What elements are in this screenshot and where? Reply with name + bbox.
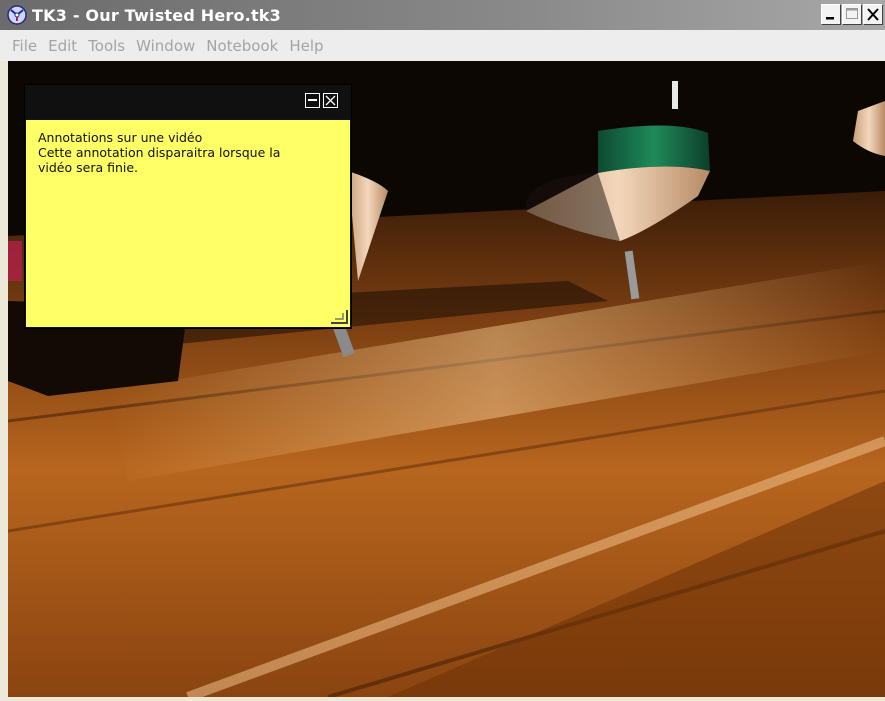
annotation-line: vidéo sera finie. [38,160,139,175]
menu-tools[interactable]: Tools [88,37,125,55]
minimize-button[interactable] [821,4,841,25]
title-bar[interactable]: TK3 - Our Twisted Hero.tk3 [0,0,885,30]
app-window: TK3 - Our Twisted Hero.tk3 File Edit Too… [0,0,885,701]
close-icon [325,95,336,106]
annotation-note[interactable]: Annotations sur une vidéo Cette annotati… [24,84,352,329]
menu-help[interactable]: Help [289,37,323,55]
window-controls [821,4,883,25]
annotation-close-button[interactable] [323,93,338,108]
menu-window[interactable]: Window [136,37,195,55]
menu-bar: File Edit Tools Window Notebook Help [0,30,885,61]
tk3-app-icon[interactable] [6,4,28,26]
annotation-line: Cette annotation disparaitra lorsque la [38,145,281,160]
annotation-line: Annotations sur une vidéo [38,130,203,145]
annotation-header[interactable] [25,85,351,119]
menu-notebook[interactable]: Notebook [206,37,278,55]
close-button[interactable] [863,4,883,25]
maximize-icon [846,8,858,19]
annotation-collapse-button[interactable] [305,93,320,108]
annotation-text-area[interactable]: Annotations sur une vidéo Cette annotati… [26,120,350,327]
close-icon [867,8,879,21]
resize-grip-icon[interactable] [329,308,349,326]
menu-file[interactable]: File [12,37,37,55]
collapse-icon [308,99,317,101]
window-title: TK3 - Our Twisted Hero.tk3 [32,5,281,25]
menu-edit[interactable]: Edit [48,37,77,55]
minimize-icon [826,17,834,20]
maximize-button[interactable] [842,4,862,25]
